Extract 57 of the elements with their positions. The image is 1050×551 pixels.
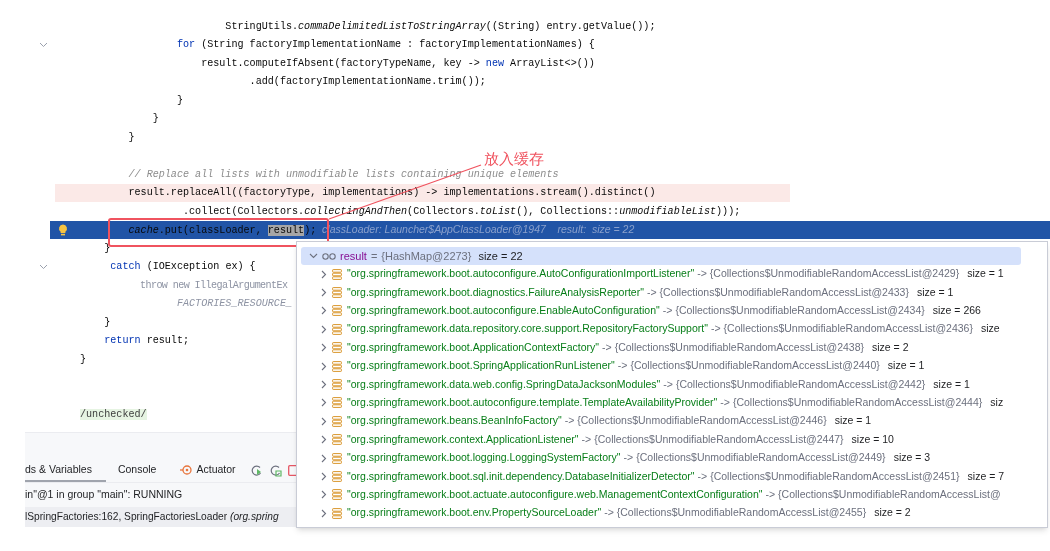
code-line: } [175,93,183,108]
list-icon [332,379,342,391]
thread-status: in"@1 in group "main": RUNNING [25,487,183,503]
list-icon [332,342,342,354]
list-icon [332,415,342,427]
annotation-text: 放入缓存 [484,149,544,169]
list-icon [332,287,342,299]
list-icon [332,305,342,317]
debugger-tab[interactable]: Actuator [168,459,248,482]
list-icon [332,507,342,519]
code-line: throw new IllegalArgumentEx [139,278,288,293]
variable-row[interactable]: "org.springframework.boot.autoconfigure.template.TemplateAvailabilityProvider" -> {Collections$UnmodifiableRandomAccessList@2444} siz [301,393,1047,413]
lightbulb-icon[interactable] [58,223,68,236]
code-line: result.computeIfAbsent(factoryTypeName, key -> new ArrayList<>()) [200,56,595,71]
variable-row[interactable]: "org.springframework.boot.ApplicationContextFactory" -> {Collections$UnmodifiableRandomAccessList@2438} size = 2 [301,338,1047,357]
fold-chevron-icon[interactable] [39,41,48,48]
variable-row[interactable]: "org.springframework.boot.autoconfigure.EnableAutoConfiguration" -> {Collections$UnmodifiableRandomAccessList@2434} size = 266 [301,301,1047,321]
variable-row[interactable]: "org.springframework.boot.actuate.autoconfigure.web.ManagementContextConfiguration" -> {Collections$UnmodifiableRandomAccessList@ [301,485,1047,505]
list-icon [332,268,342,280]
stop-icon[interactable] [287,465,299,476]
variable-row[interactable]: "org.springframework.boot.env.PropertySourceLoader" -> {Collections$UnmodifiableRandomAccessList@2455} size = 2 [301,504,1047,523]
variable-row[interactable]: "org.springframework.beans.BeanInfoFactory" -> {Collections$UnmodifiableRandomAccessList@2446} size = 1 [301,412,1047,431]
debugger-tab[interactable]: ds & Variables [25,459,106,482]
list-icon [332,434,342,446]
code-line: FACTORIES_RESOURCE_ [175,297,292,312]
code-line: } [151,112,159,127]
code-line: } [103,241,111,256]
rerun-icon[interactable] [249,464,263,477]
debugger-tab[interactable]: Console [105,459,169,482]
code-line: } [127,130,135,145]
list-icon [332,397,342,409]
variable-row[interactable]: "org.springframework.boot.sql.init.dependency.DatabaseInitializerDetector" -> {Collections$UnmodifiableRandomAccessList@2451} size = 7 [301,467,1047,486]
variable-row[interactable]: "org.springframework.boot.SpringApplicationRunListener" -> {Collections$UnmodifiableRandomAccessList@2440} size = 1 [301,356,1047,376]
restart-icon[interactable] [268,464,282,477]
code-line: } [103,315,111,330]
chevron-down-icon[interactable] [309,253,318,259]
variable-row[interactable]: result = {HashMap@2273} size = 22 [301,247,1021,265]
variable-row[interactable]: "org.springframework.context.ApplicationListener" -> {Collections$UnmodifiableRandomAccessList@2447} size = 10 [301,430,1047,449]
code-line: .add(factoryImplementationName.trim()); [248,75,486,90]
variable-row[interactable]: "org.springframework.data.repository.core.support.RepositoryFactorySupport" -> {Collections$UnmodifiableRandomAccessList@2436} size [301,320,1047,339]
variable-row[interactable]: "org.springframework.boot.diagnostics.FailureAnalysisReporter" -> {Collections$UnmodifiableRandomAccessList@2433} size = 1 [301,283,1047,302]
list-icon [332,489,342,501]
list-icon [332,452,342,464]
code-line: catch (IOException ex) { [109,260,256,275]
code-line: } [80,352,87,367]
glasses-icon [322,252,336,260]
list-icon [332,360,342,372]
variable-row[interactable]: "org.springframework.boot.logging.LoggingSystemFactory" -> {Collections$UnmodifiableRandomAccessList@2449} size = 3 [301,448,1047,468]
code-line: for (String factoryImplementationName : factoryImplementationNames) { [175,38,595,53]
code-line: StringUtils.commaDelimitedListToStringArray((String) entry.getValue()); [224,19,656,34]
variable-row[interactable]: "org.springframework.data.web.config.SpringDataJacksonModules" -> {Collections$UnmodifiableRandomAccessList@2442} size = 1 [301,375,1047,394]
list-icon [332,323,342,335]
code-line: return result; [103,334,190,349]
target-icon [180,463,193,476]
fold-chevron-icon[interactable] [39,263,48,270]
variable-row[interactable]: "org.springframework.boot.autoconfigure.AutoConfigurationImportListener" -> {Collections$UnmodifiableRandomAccessList@2429} size = 1 [301,265,1047,284]
list-icon [332,471,342,482]
